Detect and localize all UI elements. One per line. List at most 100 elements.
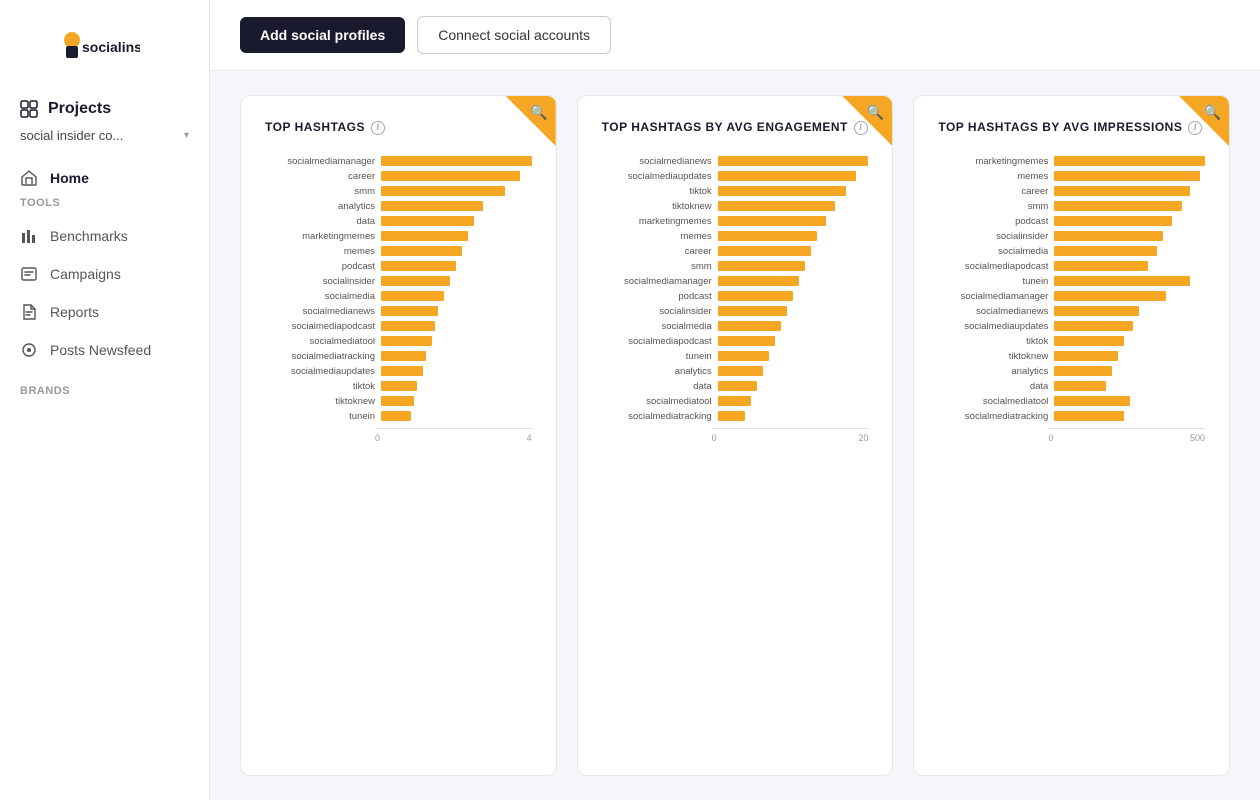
- bar-fill: [1054, 396, 1129, 406]
- bar-row: analytics: [938, 366, 1205, 377]
- bar-fill: [381, 246, 462, 256]
- bar-fill: [1054, 171, 1200, 181]
- bar-fill: [718, 381, 757, 391]
- bar-fill: [718, 336, 775, 346]
- bar-row: socialmediatracking: [938, 411, 1205, 422]
- bar-track: [1054, 291, 1205, 301]
- bar-row: socialmediamanager: [602, 276, 869, 287]
- sidebar-item-campaigns[interactable]: Campaigns: [0, 255, 209, 293]
- bar-row: socialmediamanager: [265, 156, 532, 167]
- sidebar-item-benchmarks[interactable]: Benchmarks: [0, 217, 209, 255]
- bar-track: [1054, 336, 1205, 346]
- bar-label: socialmedia: [265, 291, 375, 302]
- bar-fill: [718, 306, 787, 316]
- bar-track: [1054, 366, 1205, 376]
- bar-label: tiktoknew: [602, 201, 712, 212]
- bar-row: tunein: [265, 411, 532, 422]
- bar-track: [381, 351, 532, 361]
- add-social-profiles-button[interactable]: Add social profiles: [240, 17, 405, 53]
- bar-row: marketingmemes: [265, 231, 532, 242]
- bar-track: [718, 261, 869, 271]
- sidebar-item-reports[interactable]: Reports: [0, 293, 209, 331]
- bar-row: marketingmemes: [938, 156, 1205, 167]
- search-icon-3[interactable]: 🔍: [1204, 104, 1221, 121]
- chart-top-hashtags-impressions: 🔍 TOP HASHTAGS BY AVG IMPRESSIONS i mark…: [913, 95, 1230, 776]
- info-icon: i: [371, 121, 385, 135]
- bar-fill: [1054, 336, 1123, 346]
- bar-row: podcast: [602, 291, 869, 302]
- bar-track: [1054, 321, 1205, 331]
- bar-row: socialmediatool: [265, 336, 532, 347]
- bar-track: [381, 366, 532, 376]
- bar-fill: [1054, 411, 1123, 421]
- bar-row: tiktok: [602, 186, 869, 197]
- bar-fill: [381, 411, 411, 421]
- connect-social-accounts-button[interactable]: Connect social accounts: [417, 16, 611, 54]
- bar-track: [718, 291, 869, 301]
- sidebar-item-posts-newsfeed[interactable]: Posts Newsfeed: [0, 331, 209, 369]
- bar-fill: [1054, 216, 1172, 226]
- bar-label: tiktoknew: [938, 351, 1048, 362]
- bar-row: socialmediapodcast: [265, 321, 532, 332]
- bar-fill: [381, 291, 444, 301]
- home-icon: [20, 169, 38, 187]
- search-icon[interactable]: 🔍: [530, 104, 547, 121]
- bar-row: marketingmemes: [602, 216, 869, 227]
- bar-track: [381, 261, 532, 271]
- bar-row: socialmedia: [938, 246, 1205, 257]
- bar-label: career: [265, 171, 375, 182]
- search-icon-2[interactable]: 🔍: [867, 104, 884, 121]
- bar-row: socialmediaupdates: [265, 366, 532, 377]
- bar-label: socialmedianews: [602, 156, 712, 167]
- bar-label: memes: [265, 246, 375, 257]
- bar-label: socialmediatool: [265, 336, 375, 347]
- axis-max: 4: [527, 433, 532, 443]
- bar-row: tiktoknew: [265, 396, 532, 407]
- bar-row: smm: [938, 201, 1205, 212]
- bar-row: socialmediatool: [602, 396, 869, 407]
- bar-label: career: [602, 246, 712, 257]
- bar-label: socialmediaupdates: [938, 321, 1048, 332]
- svg-text:socialinsider: socialinsider: [82, 39, 140, 55]
- bar-track: [381, 231, 532, 241]
- bar-label: data: [938, 381, 1048, 392]
- bar-label: podcast: [938, 216, 1048, 227]
- bar-fill: [1054, 306, 1138, 316]
- bar-fill: [381, 186, 505, 196]
- bar-track: [381, 201, 532, 211]
- bar-fill: [718, 231, 817, 241]
- chevron-down-icon: ▾: [184, 130, 189, 141]
- bar-label: socialinsider: [938, 231, 1048, 242]
- project-dropdown[interactable]: social insider co... ▾: [0, 124, 209, 159]
- bar-label: tiktok: [265, 381, 375, 392]
- bar-fill: [1054, 156, 1205, 166]
- bar-label: socialmedianews: [938, 306, 1048, 317]
- bar-label: data: [265, 216, 375, 227]
- bar-track: [1054, 231, 1205, 241]
- projects-header: Projects: [0, 90, 209, 124]
- bar-fill: [718, 171, 857, 181]
- bar-fill: [381, 216, 474, 226]
- bar-fill: [1054, 366, 1111, 376]
- bar-track: [1054, 306, 1205, 316]
- bar-track: [381, 246, 532, 256]
- bar-label: socialmediapodcast: [602, 336, 712, 347]
- sidebar-item-home[interactable]: Home: [0, 159, 209, 197]
- bar-row: smm: [602, 261, 869, 272]
- bar-label: socialmediapodcast: [265, 321, 375, 332]
- bar-row: podcast: [938, 216, 1205, 227]
- bar-label: tiktok: [938, 336, 1048, 347]
- chart3-title: TOP HASHTAGS BY AVG IMPRESSIONS i: [938, 120, 1205, 136]
- logo-icon: socialinsider: [20, 30, 140, 60]
- bar-row: data: [265, 216, 532, 227]
- bar-track: [718, 231, 869, 241]
- bar-row: tunein: [602, 351, 869, 362]
- bar-track: [718, 381, 869, 391]
- bar-label: tunein: [938, 276, 1048, 287]
- bar-label: socialmediatracking: [602, 411, 712, 422]
- bar-fill: [718, 276, 799, 286]
- bar-track: [381, 321, 532, 331]
- bar-fill: [381, 171, 520, 181]
- bar-track: [1054, 276, 1205, 286]
- campaigns-icon: [20, 265, 38, 283]
